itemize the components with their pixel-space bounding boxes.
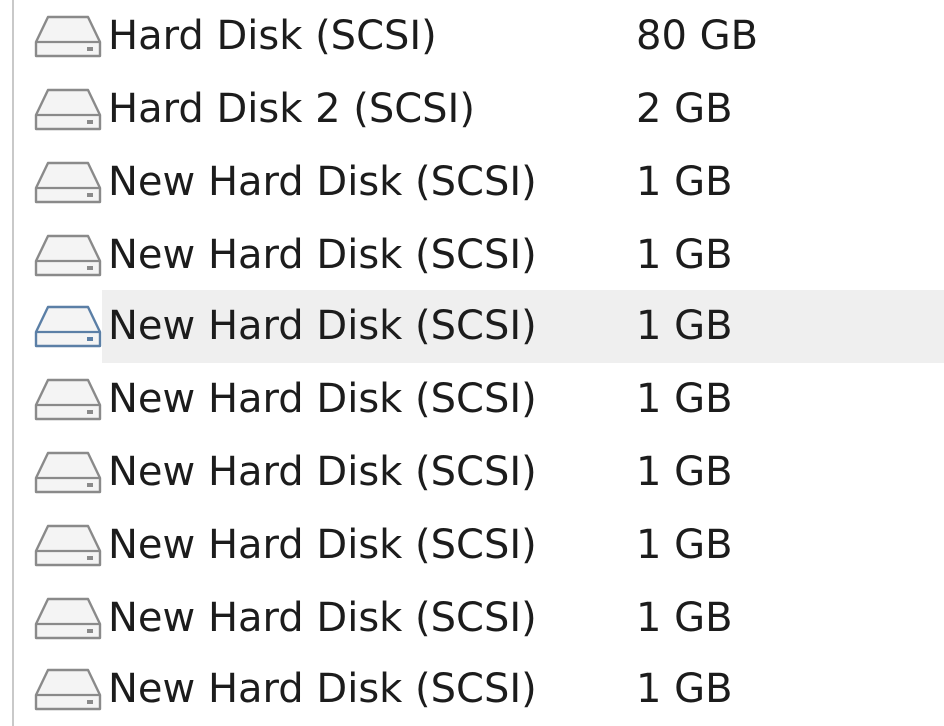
- table-row[interactable]: Hard Disk 2 (SCSI) 2 GB: [14, 73, 944, 146]
- hard-disk-icon: [34, 451, 102, 494]
- table-row[interactable]: New Hard Disk (SCSI) 1 GB: [14, 509, 944, 582]
- device-size: 1 GB: [636, 449, 733, 495]
- device-size: 1 GB: [636, 522, 733, 568]
- hard-disk-icon: [34, 161, 102, 204]
- device-name: New Hard Disk (SCSI): [108, 303, 537, 349]
- device-name: New Hard Disk (SCSI): [108, 595, 537, 641]
- hard-disk-icon: [34, 234, 102, 277]
- device-size: 1 GB: [636, 595, 733, 641]
- device-name: New Hard Disk (SCSI): [108, 522, 537, 568]
- device-name: New Hard Disk (SCSI): [108, 159, 537, 205]
- device-name: Hard Disk 2 (SCSI): [108, 86, 475, 132]
- device-size: 1 GB: [636, 303, 733, 349]
- table-row[interactable]: New Hard Disk (SCSI) 1 GB: [14, 146, 944, 219]
- device-size: 80 GB: [636, 13, 759, 59]
- device-size: 1 GB: [636, 666, 733, 712]
- device-name: New Hard Disk (SCSI): [108, 376, 537, 422]
- table-row[interactable]: New Hard Disk (SCSI) 1 GB: [14, 219, 944, 292]
- hard-disk-icon: [34, 305, 102, 348]
- device-size: 1 GB: [636, 232, 733, 278]
- device-name: New Hard Disk (SCSI): [108, 449, 537, 495]
- device-size: 2 GB: [636, 86, 733, 132]
- hardware-device-list: Hard Disk (SCSI) 80 GB Hard Disk 2 (SCSI…: [14, 0, 944, 726]
- device-size: 1 GB: [636, 376, 733, 422]
- device-name: New Hard Disk (SCSI): [108, 666, 537, 712]
- hard-disk-icon: [34, 378, 102, 421]
- device-name: Hard Disk (SCSI): [108, 13, 437, 59]
- hard-disk-icon: [34, 597, 102, 640]
- hard-disk-icon: [34, 668, 102, 711]
- table-row-selected[interactable]: New Hard Disk (SCSI) 1 GB: [14, 290, 944, 363]
- table-row[interactable]: New Hard Disk (SCSI) 1 GB: [14, 363, 944, 436]
- device-name: New Hard Disk (SCSI): [108, 232, 537, 278]
- hard-disk-icon: [34, 88, 102, 131]
- table-row[interactable]: Hard Disk (SCSI) 80 GB: [14, 0, 944, 73]
- device-size: 1 GB: [636, 159, 733, 205]
- hard-disk-icon: [34, 524, 102, 567]
- hard-disk-icon: [34, 15, 102, 58]
- table-row[interactable]: New Hard Disk (SCSI) 1 GB: [14, 653, 944, 726]
- table-row[interactable]: New Hard Disk (SCSI) 1 GB: [14, 582, 944, 655]
- table-row[interactable]: New Hard Disk (SCSI) 1 GB: [14, 436, 944, 509]
